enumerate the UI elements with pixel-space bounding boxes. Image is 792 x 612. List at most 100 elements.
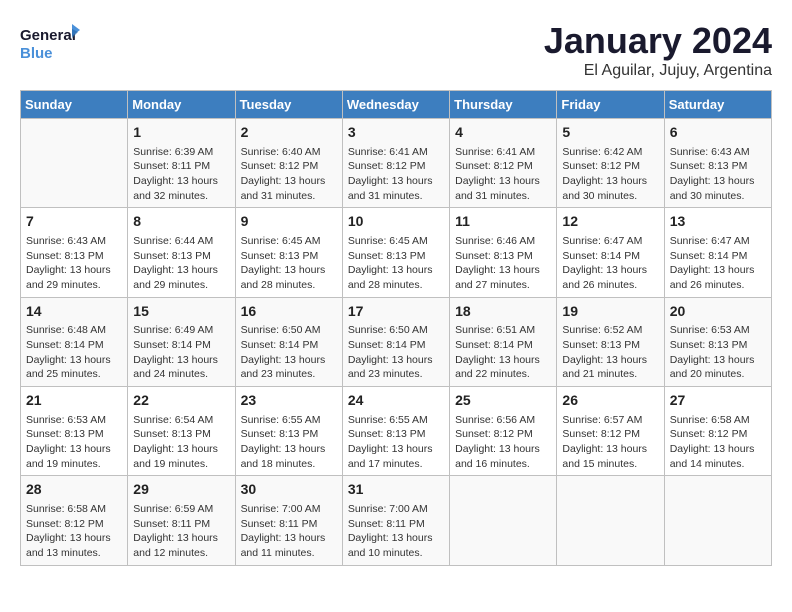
- day-info: Sunrise: 6:58 AMSunset: 8:12 PMDaylight:…: [26, 502, 122, 561]
- day-number: 8: [133, 212, 229, 232]
- day-number: 13: [670, 212, 766, 232]
- day-number: 26: [562, 391, 658, 411]
- calendar-cell: [557, 476, 664, 565]
- day-info: Sunrise: 6:45 AMSunset: 8:13 PMDaylight:…: [348, 234, 444, 293]
- calendar-cell: 30Sunrise: 7:00 AMSunset: 8:11 PMDayligh…: [235, 476, 342, 565]
- day-number: 3: [348, 123, 444, 143]
- day-number: 14: [26, 302, 122, 322]
- title-block: January 2024 El Aguilar, Jujuy, Argentin…: [544, 20, 772, 80]
- day-header-saturday: Saturday: [664, 91, 771, 119]
- day-info: Sunrise: 6:40 AMSunset: 8:12 PMDaylight:…: [241, 145, 337, 204]
- day-info: Sunrise: 6:42 AMSunset: 8:12 PMDaylight:…: [562, 145, 658, 204]
- calendar-week-row: 7Sunrise: 6:43 AMSunset: 8:13 PMDaylight…: [21, 208, 772, 297]
- calendar-cell: 4Sunrise: 6:41 AMSunset: 8:12 PMDaylight…: [450, 119, 557, 208]
- day-header-friday: Friday: [557, 91, 664, 119]
- day-number: 23: [241, 391, 337, 411]
- logo: General Blue: [20, 20, 80, 70]
- calendar-cell: 8Sunrise: 6:44 AMSunset: 8:13 PMDaylight…: [128, 208, 235, 297]
- logo-svg: General Blue: [20, 20, 80, 70]
- calendar-cell: 7Sunrise: 6:43 AMSunset: 8:13 PMDaylight…: [21, 208, 128, 297]
- calendar-cell: [664, 476, 771, 565]
- calendar-table: SundayMondayTuesdayWednesdayThursdayFrid…: [20, 90, 772, 566]
- day-info: Sunrise: 6:49 AMSunset: 8:14 PMDaylight:…: [133, 323, 229, 382]
- day-number: 20: [670, 302, 766, 322]
- day-info: Sunrise: 7:00 AMSunset: 8:11 PMDaylight:…: [241, 502, 337, 561]
- day-number: 19: [562, 302, 658, 322]
- day-number: 25: [455, 391, 551, 411]
- day-number: 10: [348, 212, 444, 232]
- day-info: Sunrise: 6:57 AMSunset: 8:12 PMDaylight:…: [562, 413, 658, 472]
- calendar-cell: 1Sunrise: 6:39 AMSunset: 8:11 PMDaylight…: [128, 119, 235, 208]
- day-header-sunday: Sunday: [21, 91, 128, 119]
- month-title: January 2024: [544, 20, 772, 62]
- day-number: 4: [455, 123, 551, 143]
- calendar-cell: 6Sunrise: 6:43 AMSunset: 8:13 PMDaylight…: [664, 119, 771, 208]
- day-info: Sunrise: 6:48 AMSunset: 8:14 PMDaylight:…: [26, 323, 122, 382]
- calendar-cell: 26Sunrise: 6:57 AMSunset: 8:12 PMDayligh…: [557, 387, 664, 476]
- calendar-cell: 11Sunrise: 6:46 AMSunset: 8:13 PMDayligh…: [450, 208, 557, 297]
- day-info: Sunrise: 6:41 AMSunset: 8:12 PMDaylight:…: [348, 145, 444, 204]
- day-number: 5: [562, 123, 658, 143]
- day-number: 2: [241, 123, 337, 143]
- day-info: Sunrise: 6:53 AMSunset: 8:13 PMDaylight:…: [670, 323, 766, 382]
- day-number: 7: [26, 212, 122, 232]
- calendar-cell: 12Sunrise: 6:47 AMSunset: 8:14 PMDayligh…: [557, 208, 664, 297]
- day-number: 16: [241, 302, 337, 322]
- day-info: Sunrise: 6:55 AMSunset: 8:13 PMDaylight:…: [241, 413, 337, 472]
- day-number: 24: [348, 391, 444, 411]
- calendar-cell: 28Sunrise: 6:58 AMSunset: 8:12 PMDayligh…: [21, 476, 128, 565]
- day-info: Sunrise: 6:44 AMSunset: 8:13 PMDaylight:…: [133, 234, 229, 293]
- day-info: Sunrise: 6:41 AMSunset: 8:12 PMDaylight:…: [455, 145, 551, 204]
- calendar-cell: 27Sunrise: 6:58 AMSunset: 8:12 PMDayligh…: [664, 387, 771, 476]
- calendar-cell: 21Sunrise: 6:53 AMSunset: 8:13 PMDayligh…: [21, 387, 128, 476]
- calendar-week-row: 1Sunrise: 6:39 AMSunset: 8:11 PMDaylight…: [21, 119, 772, 208]
- day-info: Sunrise: 6:51 AMSunset: 8:14 PMDaylight:…: [455, 323, 551, 382]
- calendar-cell: 29Sunrise: 6:59 AMSunset: 8:11 PMDayligh…: [128, 476, 235, 565]
- day-number: 31: [348, 480, 444, 500]
- day-number: 28: [26, 480, 122, 500]
- day-info: Sunrise: 6:59 AMSunset: 8:11 PMDaylight:…: [133, 502, 229, 561]
- calendar-cell: 13Sunrise: 6:47 AMSunset: 8:14 PMDayligh…: [664, 208, 771, 297]
- calendar-cell: 16Sunrise: 6:50 AMSunset: 8:14 PMDayligh…: [235, 297, 342, 386]
- day-info: Sunrise: 6:45 AMSunset: 8:13 PMDaylight:…: [241, 234, 337, 293]
- calendar-cell: 22Sunrise: 6:54 AMSunset: 8:13 PMDayligh…: [128, 387, 235, 476]
- location-subtitle: El Aguilar, Jujuy, Argentina: [544, 62, 772, 80]
- day-number: 22: [133, 391, 229, 411]
- page-header: General Blue January 2024 El Aguilar, Ju…: [20, 20, 772, 80]
- svg-text:General: General: [20, 27, 76, 44]
- calendar-cell: 3Sunrise: 6:41 AMSunset: 8:12 PMDaylight…: [342, 119, 449, 208]
- day-header-thursday: Thursday: [450, 91, 557, 119]
- day-info: Sunrise: 6:43 AMSunset: 8:13 PMDaylight:…: [26, 234, 122, 293]
- day-header-tuesday: Tuesday: [235, 91, 342, 119]
- day-header-monday: Monday: [128, 91, 235, 119]
- calendar-cell: 20Sunrise: 6:53 AMSunset: 8:13 PMDayligh…: [664, 297, 771, 386]
- day-number: 29: [133, 480, 229, 500]
- day-info: Sunrise: 6:54 AMSunset: 8:13 PMDaylight:…: [133, 413, 229, 472]
- day-info: Sunrise: 6:50 AMSunset: 8:14 PMDaylight:…: [241, 323, 337, 382]
- calendar-cell: 10Sunrise: 6:45 AMSunset: 8:13 PMDayligh…: [342, 208, 449, 297]
- calendar-cell: [21, 119, 128, 208]
- day-info: Sunrise: 6:58 AMSunset: 8:12 PMDaylight:…: [670, 413, 766, 472]
- day-number: 12: [562, 212, 658, 232]
- day-number: 30: [241, 480, 337, 500]
- day-header-wednesday: Wednesday: [342, 91, 449, 119]
- day-number: 18: [455, 302, 551, 322]
- day-info: Sunrise: 6:47 AMSunset: 8:14 PMDaylight:…: [562, 234, 658, 293]
- day-info: Sunrise: 6:50 AMSunset: 8:14 PMDaylight:…: [348, 323, 444, 382]
- calendar-week-row: 28Sunrise: 6:58 AMSunset: 8:12 PMDayligh…: [21, 476, 772, 565]
- calendar-cell: 5Sunrise: 6:42 AMSunset: 8:12 PMDaylight…: [557, 119, 664, 208]
- day-info: Sunrise: 6:56 AMSunset: 8:12 PMDaylight:…: [455, 413, 551, 472]
- calendar-header-row: SundayMondayTuesdayWednesdayThursdayFrid…: [21, 91, 772, 119]
- calendar-cell: 25Sunrise: 6:56 AMSunset: 8:12 PMDayligh…: [450, 387, 557, 476]
- day-number: 11: [455, 212, 551, 232]
- day-number: 1: [133, 123, 229, 143]
- day-info: Sunrise: 6:52 AMSunset: 8:13 PMDaylight:…: [562, 323, 658, 382]
- day-info: Sunrise: 6:55 AMSunset: 8:13 PMDaylight:…: [348, 413, 444, 472]
- day-number: 27: [670, 391, 766, 411]
- calendar-cell: 18Sunrise: 6:51 AMSunset: 8:14 PMDayligh…: [450, 297, 557, 386]
- day-info: Sunrise: 6:39 AMSunset: 8:11 PMDaylight:…: [133, 145, 229, 204]
- calendar-cell: [450, 476, 557, 565]
- calendar-cell: 9Sunrise: 6:45 AMSunset: 8:13 PMDaylight…: [235, 208, 342, 297]
- day-number: 21: [26, 391, 122, 411]
- calendar-cell: 17Sunrise: 6:50 AMSunset: 8:14 PMDayligh…: [342, 297, 449, 386]
